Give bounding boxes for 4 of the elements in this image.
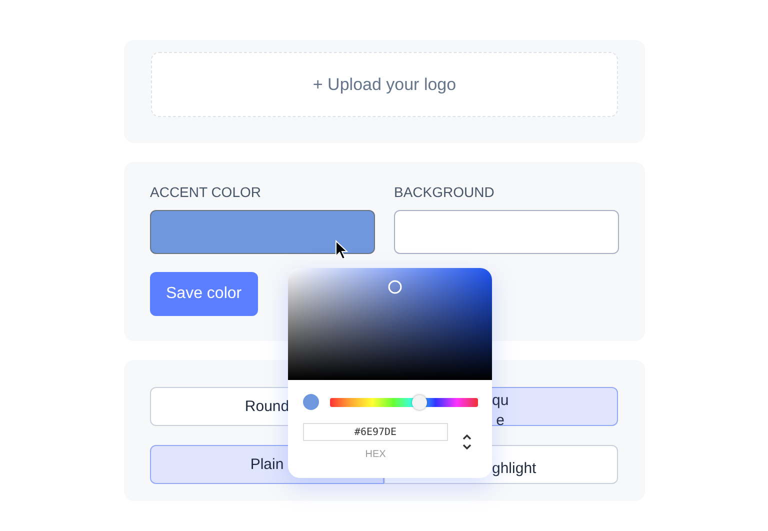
upload-label: + Upload your logo [312, 74, 456, 94]
format-label: HEX [365, 449, 386, 460]
field-label: BACKGROUND [394, 184, 494, 200]
field-label: ACCENT COLOR [150, 184, 261, 200]
